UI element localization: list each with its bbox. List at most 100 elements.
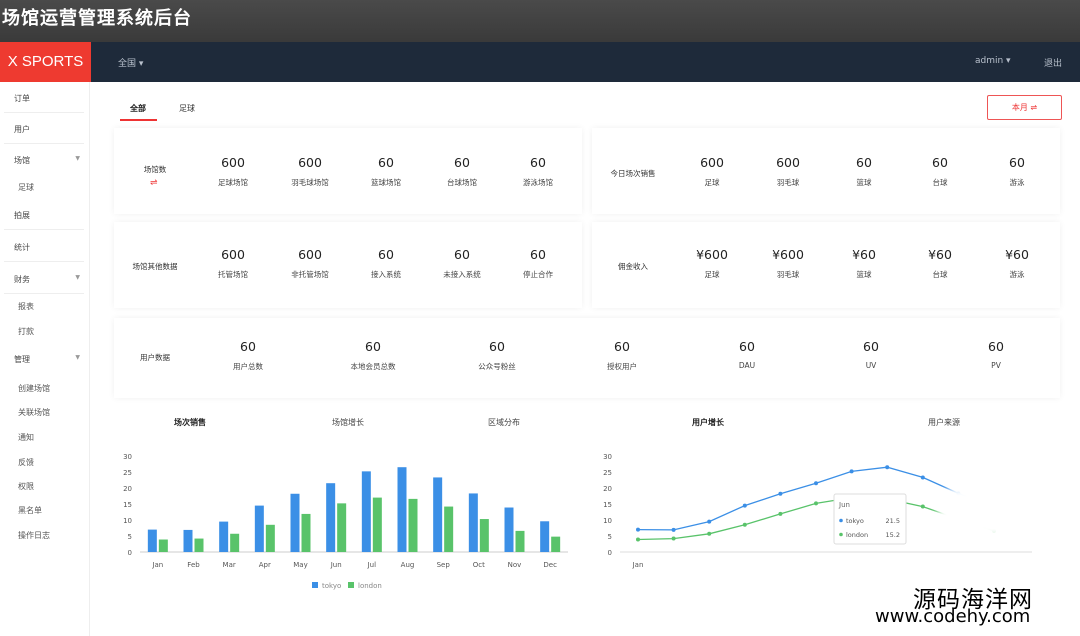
stat-item: 60 公众号粉丝 (462, 339, 532, 372)
stat-item: 600 羽毛球 (753, 155, 823, 188)
sidebar-item-link-venue[interactable]: 关联场馆 (18, 407, 88, 421)
stat-value: ¥60 (928, 247, 952, 262)
tooltip-dot (839, 518, 843, 523)
y-tick-label: 30 (603, 453, 612, 461)
bar-london (230, 533, 240, 552)
y-tick-label: 25 (123, 469, 132, 477)
sidebar-item-blacklist[interactable]: 黑名单 (18, 505, 88, 519)
tooltip-series-name: tokyo (846, 517, 864, 525)
stat-label: 羽毛球场馆 (291, 178, 329, 187)
sidebar-item-reports[interactable]: 报表 (18, 301, 88, 315)
x-tick-label: Jan (151, 561, 163, 569)
sidebar-item-statistics[interactable]: 统计 (14, 242, 84, 256)
tooltip-title: Jun (838, 501, 850, 509)
tab-football[interactable]: 足球 (179, 103, 195, 114)
today-sales-label: 今日场次销售 (610, 169, 656, 178)
chart-tab-user-growth[interactable]: 用户增长 (692, 417, 724, 428)
legend-swatch (312, 582, 318, 588)
stat-label: UV (865, 361, 877, 370)
stat-label: 用户总数 (233, 362, 263, 371)
chevron-down-icon: ▼ (75, 354, 80, 361)
stat-item: 60 UV (836, 339, 906, 370)
sidebar-item-permissions[interactable]: 权限 (18, 481, 88, 495)
stat-item: 60 授权用户 (587, 339, 657, 372)
redacted-area (938, 487, 1044, 537)
bar-tokyo (290, 493, 300, 552)
point-tokyo (636, 527, 640, 532)
tooltip-series-name: london (846, 531, 868, 539)
session-sales-bar-chart: 0 5 10 15 20 25 30 Jan Feb Mar Apr May Jun Jul Aug Sep O… (123, 453, 568, 590)
stat-item: 60 篮球 (829, 155, 899, 188)
y-tick-label: 10 (603, 517, 612, 525)
sidebar-item-operation-log[interactable]: 操作日志 (18, 530, 88, 544)
venue-other-label: 场馆其他数据 (132, 262, 178, 271)
sidebar-item-finance[interactable]: 财务 ▼ (14, 274, 84, 288)
stat-label: 非托管场馆 (291, 270, 329, 279)
swap-icon[interactable]: ⇌ (150, 178, 158, 188)
sidebar-item-manage[interactable]: 管理 ▼ (14, 354, 84, 368)
sidebar-item-football[interactable]: 足球 (18, 182, 88, 196)
stat-item: 60 PV (961, 339, 1031, 370)
stat-label: 游泳 (1009, 178, 1025, 187)
y-tick-label: 15 (603, 501, 612, 509)
stat-label: 篮球 (856, 178, 872, 187)
venue-count-label: 场馆数 (143, 165, 167, 174)
sidebar-item-feedback[interactable]: 反馈 (18, 457, 88, 471)
active-tab-indicator (120, 119, 157, 121)
x-tick-label: Jun (330, 561, 342, 569)
stat-item: 600 非托管场馆 (275, 247, 345, 280)
sidebar-divider (4, 261, 84, 262)
stat-value: 60 (614, 339, 630, 354)
region-selector[interactable]: 全国 ▾ (118, 56, 143, 69)
sidebar-item-venues[interactable]: 场馆 ▼ (14, 155, 84, 169)
sidebar-item-label: 场馆 (14, 156, 30, 165)
sidebar-divider (4, 112, 84, 113)
stat-label: 羽毛球 (776, 178, 800, 187)
user-menu[interactable]: admin ▾ (975, 56, 1011, 66)
bar-london (265, 524, 275, 552)
chart-tab-session-sales[interactable]: 场次销售 (174, 417, 206, 428)
legend-label: tokyo (322, 582, 341, 590)
user-data-label: 用户数据 (140, 353, 170, 362)
sidebar-item-orders[interactable]: 订单 (14, 93, 84, 107)
brand-logo[interactable]: X SPORTS (0, 42, 91, 82)
point-london (636, 537, 640, 542)
chevron-down-icon: ▼ (75, 274, 80, 281)
bar-tokyo (433, 477, 443, 552)
chart-tab-venue-growth[interactable]: 场馆增长 (332, 417, 364, 428)
tooltip-value: 15.2 (886, 531, 900, 539)
stat-item: 60 台球 (905, 155, 975, 188)
sidebar-item-exhibit[interactable]: 拍展 (14, 210, 84, 224)
chart-tab-user-source[interactable]: 用户来源 (928, 417, 960, 428)
tab-all[interactable]: 全部 (130, 103, 146, 114)
tooltip-value: 21.5 (886, 517, 900, 525)
chart-tab-region[interactable]: 区域分布 (488, 417, 520, 428)
x-tick-label: Apr (259, 561, 271, 569)
stat-value: 60 (739, 339, 755, 354)
x-tick-label: Aug (401, 561, 415, 569)
stat-label: 接入系统 (371, 270, 401, 279)
bar-london (408, 498, 418, 552)
stat-label: 游泳 (1009, 270, 1025, 279)
point-tokyo (778, 491, 783, 496)
sidebar-item-create-venue[interactable]: 创建场馆 (18, 383, 88, 397)
sidebar-item-notifications[interactable]: 通知 (18, 432, 88, 446)
stat-label: 足球场馆 (218, 178, 248, 187)
stat-label: 托管场馆 (218, 270, 248, 279)
point-tokyo (920, 475, 925, 480)
stat-value: 60 (454, 155, 470, 170)
bar-tokyo (504, 507, 514, 552)
stat-value: 600 (700, 155, 724, 170)
sidebar-divider (4, 143, 84, 144)
stat-item: 60 接入系统 (351, 247, 421, 280)
stat-label: 公众号粉丝 (478, 362, 516, 371)
point-london (742, 522, 747, 527)
logout-link[interactable]: 退出 (1044, 56, 1062, 69)
month-filter-button[interactable]: 本月 ⇌ (987, 95, 1062, 120)
stat-item: 600 羽毛球场馆 (275, 155, 345, 188)
sidebar-item-payouts[interactable]: 打款 (18, 326, 88, 340)
stat-value: 600 (298, 247, 322, 262)
bar-tokyo (540, 521, 550, 552)
sidebar-divider (4, 229, 84, 230)
sidebar-item-users[interactable]: 用户 (14, 124, 84, 138)
